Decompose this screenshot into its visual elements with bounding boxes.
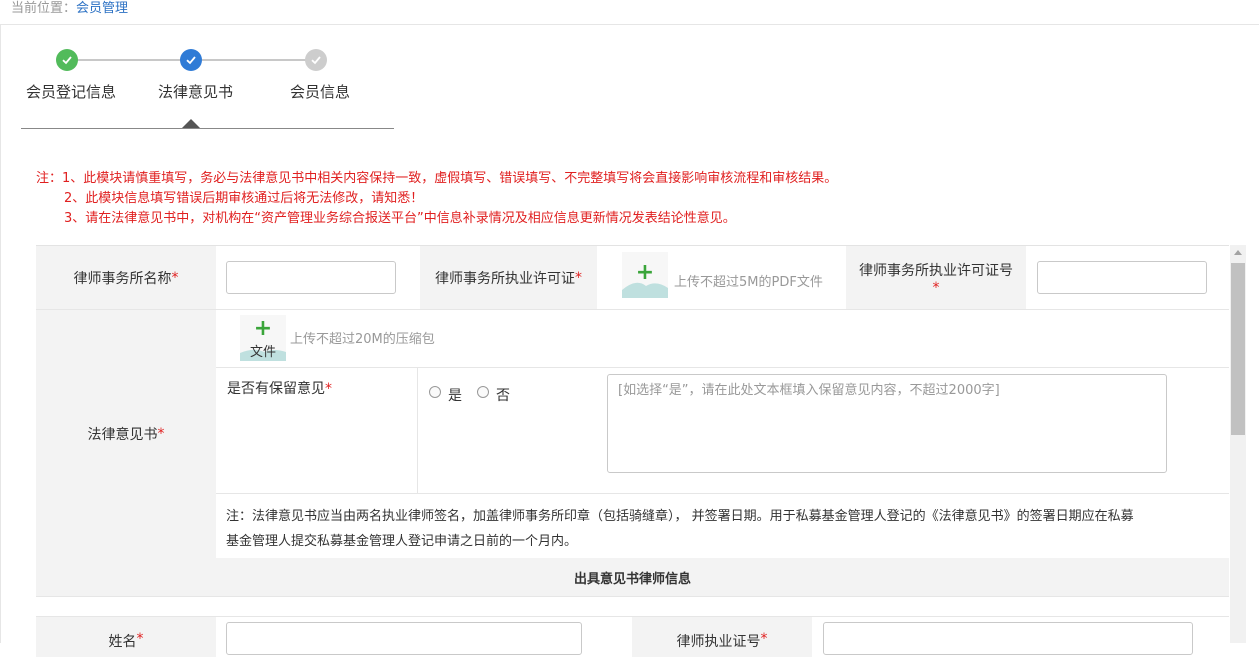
firm-license-upload-button[interactable]: + 文件 <box>622 252 668 298</box>
breadcrumb-prefix: 当前位置：会员管理 <box>11 1 129 16</box>
opinion-note-line-2: 基金管理人提交私募基金管理人登记申请之日前的一个月内。 <box>226 534 578 549</box>
note-line-2: 2、此模块信息填写错误后期审核通过后将无法修改，请知悉！ <box>64 191 424 206</box>
breadcrumb-current[interactable]: 会员管理 <box>76 1 128 16</box>
row-divider <box>216 367 1229 368</box>
legal-opinion-form: 律师事务所名称* 律师事务所执业许可证* + 文件 上传不超过5M的PDF文件 … <box>36 245 1229 657</box>
firm-license-no-label: 律师事务所执业许可证号 * <box>846 246 1026 309</box>
check-icon <box>186 56 196 65</box>
name-label: 姓名 * <box>36 617 216 657</box>
step-3-label[interactable]: 会员信息 <box>290 81 350 102</box>
lawyer-section-header: 出具意见书律师信息 <box>36 558 1229 596</box>
breadcrumb: 当前位置：会员管理 <box>0 0 1259 25</box>
firm-name-input[interactable] <box>226 261 396 294</box>
step-1-done-icon <box>56 49 78 71</box>
step-2-current-icon <box>180 49 202 71</box>
note-line-3: 3、请在法律意见书中，对机构在“资产管理业务综合报送平台”中信息补录情况及相应信… <box>64 211 736 226</box>
active-step-caret-icon <box>182 119 200 128</box>
name-input[interactable] <box>226 622 582 655</box>
radio-yes[interactable] <box>429 386 441 398</box>
opinion-upload-hint: 上传不超过20M的压缩包 <box>290 332 435 347</box>
scroll-up-arrow-icon[interactable] <box>1234 250 1242 255</box>
step-3-todo-icon <box>305 49 327 71</box>
note-line-1: 注：1、此模块请慎重填写，务必与法律意见书中相关内容保持一致，虚假填写、错误填写… <box>36 171 838 186</box>
scrollbar-thumb[interactable] <box>1231 263 1245 435</box>
lawyer-section-title: 出具意见书律师信息 <box>573 571 691 587</box>
check-icon <box>62 56 72 65</box>
radio-no[interactable] <box>477 386 489 398</box>
firm-license-hint: 上传不超过5M的PDF文件 <box>674 275 823 290</box>
step-1-label[interactable]: 会员登记信息 <box>26 81 116 102</box>
left-border <box>0 24 1 643</box>
opinion-upload-text: 文件 <box>249 345 276 360</box>
opinion-upload-button[interactable]: + 文件 <box>240 315 286 361</box>
row-divider <box>216 493 1229 494</box>
firm-name-label: 律师事务所名称 * <box>36 246 216 309</box>
radio-yes-label[interactable]: 是 <box>448 385 462 405</box>
reservation-textarea[interactable]: [如选择“是”，请在此处文本框填入保留意见内容，不超过2000字] <box>607 374 1167 473</box>
row-divider <box>36 596 1229 597</box>
legal-opinion-label: 法律意见书 * <box>36 310 216 558</box>
firm-license-label: 律师事务所执业许可证 * <box>420 246 597 309</box>
plus-icon: + <box>253 316 273 341</box>
opinion-note-line-1: 注：法律意见书应当由两名执业律师签名，加盖律师事务所印章（包括骑缝章）， 并签署… <box>226 509 1134 524</box>
radio-no-label[interactable]: 否 <box>496 385 510 405</box>
firm-license-upload-text: 文件 <box>659 271 668 290</box>
step-2-label[interactable]: 法律意见书 <box>158 81 233 102</box>
reservation-label: 是否有保留意见* <box>227 381 332 397</box>
check-icon <box>311 56 321 65</box>
column-divider <box>417 368 418 493</box>
step-connector-1 <box>77 59 181 61</box>
lawyer-license-label: 律师执业证号 * <box>632 617 812 657</box>
step-connector-2 <box>202 59 306 61</box>
lawyer-license-input[interactable] <box>823 622 1193 655</box>
stepper-baseline <box>21 128 394 129</box>
firm-license-no-input[interactable] <box>1037 261 1207 294</box>
